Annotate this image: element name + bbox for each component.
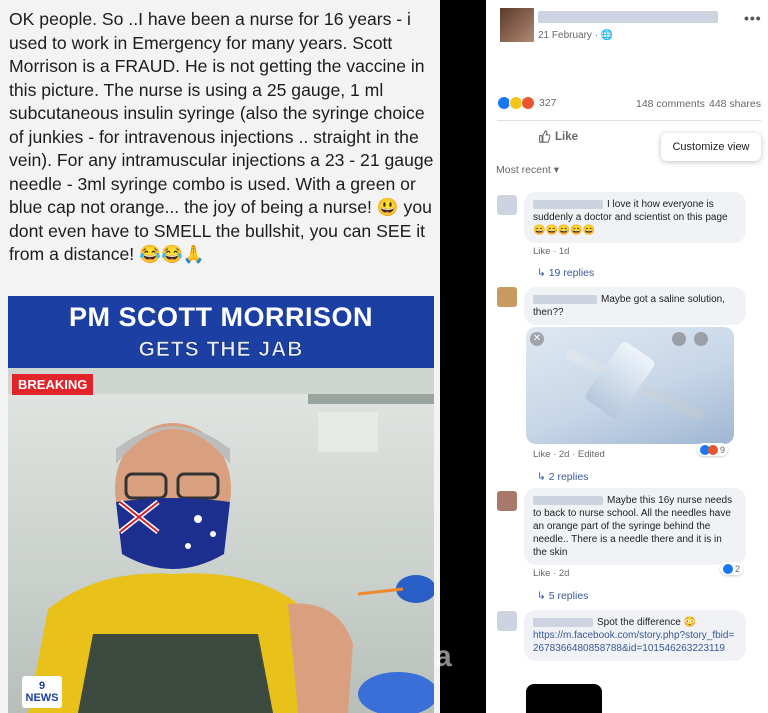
breaking-badge: BREAKING	[12, 374, 94, 395]
comment-avatar[interactable]	[497, 287, 517, 307]
post-text: OK people. So ..I have been a nurse for …	[9, 9, 434, 264]
comment-meta[interactable]: Like · 2d	[533, 568, 569, 579]
poster-name-redacted	[538, 11, 718, 23]
view-replies-link[interactable]: ↳ 5 replies	[537, 590, 588, 602]
banner-title: PM SCOTT MORRISON	[69, 302, 373, 332]
comment-reactions[interactable]: 9	[697, 443, 729, 456]
post-date[interactable]: 21 February · 🌐	[538, 30, 613, 41]
comment-bubble: Maybe got a saline solution, then??	[524, 287, 746, 325]
comment-meta[interactable]: Like · 2d · Edited	[533, 449, 605, 460]
shares-count[interactable]: 448 shares	[709, 98, 761, 110]
banner-subtitle: GETS THE JAB	[138, 338, 304, 362]
video-thumbnail[interactable]	[526, 684, 602, 713]
news-photo: PM SCOTT MORRISON GETS THE JAB BREAKING …	[8, 296, 434, 713]
poster-avatar[interactable]	[500, 8, 534, 42]
sort-dropdown[interactable]: Most recent ▾	[496, 164, 559, 176]
options-icon[interactable]	[672, 332, 686, 346]
reaction-count: 2	[735, 563, 741, 574]
comment-bubble: I love it how everyone is suddenly a doc…	[524, 192, 746, 243]
replies-label: 2 replies	[548, 471, 589, 483]
comment-avatar[interactable]	[497, 195, 517, 215]
commenter-name-redacted	[533, 199, 603, 209]
commenter-name-redacted	[533, 617, 593, 627]
angry-reaction-icon	[708, 444, 718, 455]
like-button[interactable]: Like	[538, 130, 578, 143]
story-link[interactable]: https://m.facebook.com/story.php?story_f…	[533, 630, 734, 654]
customize-view-tooltip[interactable]: Customize view	[661, 133, 761, 161]
comment-avatar[interactable]	[497, 491, 517, 511]
commenter-name-redacted	[533, 294, 597, 304]
comment-avatar[interactable]	[497, 611, 517, 631]
divider	[497, 120, 761, 121]
scene-background	[8, 394, 434, 713]
view-replies-link[interactable]: ↳ 2 replies	[537, 471, 588, 483]
close-icon[interactable]: ✕	[530, 332, 544, 346]
like-label: Like	[555, 130, 579, 143]
comment-text: Spot the difference 😳	[597, 617, 696, 628]
view-replies-link[interactable]: ↳ 19 replies	[537, 267, 594, 279]
replies-label: 5 replies	[548, 590, 589, 602]
reaction-count: 327	[539, 97, 557, 109]
share-icon[interactable]	[694, 332, 708, 346]
reaction-count: 9	[720, 444, 726, 455]
left-post-panel: OK people. So ..I have been a nurse for …	[0, 0, 440, 713]
news-banner: PM SCOTT MORRISON GETS THE JAB	[8, 296, 434, 368]
comment-bubble: Spot the difference 😳 https://m.facebook…	[524, 610, 746, 661]
replies-label: 19 replies	[548, 267, 595, 279]
comment-bubble: Maybe this 16y nurse needs to back to nu…	[524, 488, 746, 565]
angry-reaction-icon	[521, 96, 535, 110]
comment-meta[interactable]: Like · 1d	[533, 246, 569, 257]
thumbs-up-icon	[539, 130, 551, 143]
more-options-icon[interactable]: •••	[744, 10, 762, 26]
comments-count[interactable]: 148 comments	[636, 98, 705, 110]
morrison-photo	[28, 394, 434, 713]
comment-reactions[interactable]: 2	[720, 562, 744, 575]
commenter-name-redacted	[533, 495, 603, 505]
nine-news-logo: 9 NEWS	[22, 676, 62, 708]
like-reaction-icon	[723, 563, 733, 574]
reactions-summary[interactable]: 327	[497, 95, 557, 111]
